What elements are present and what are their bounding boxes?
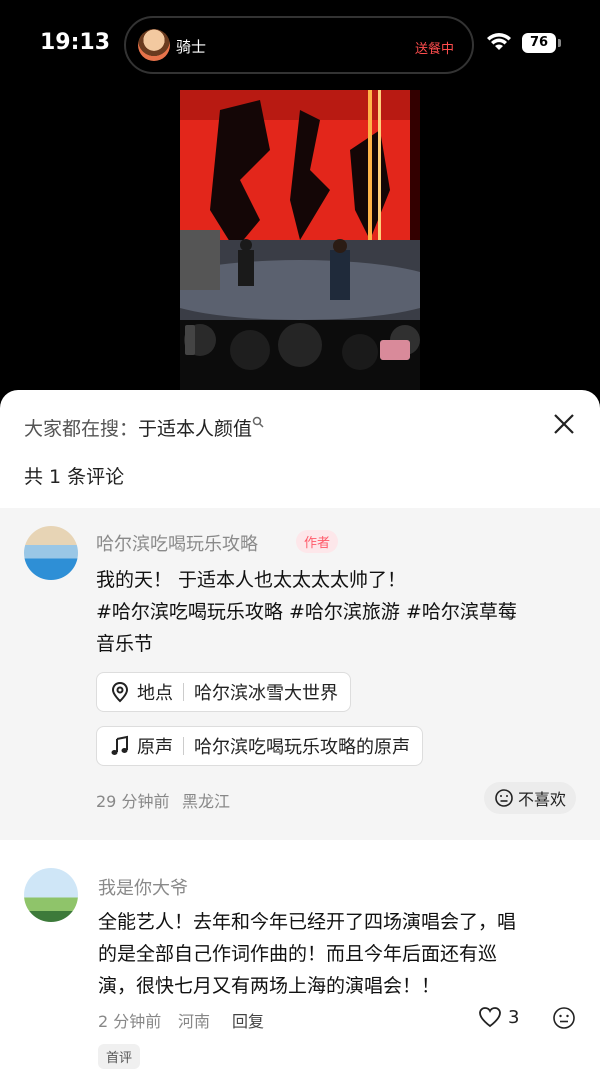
comment-text-line: 全能艺人！去年和今年已经开了四场演唱会了，唱 bbox=[98, 911, 517, 933]
dislike-label: 不喜欢 bbox=[517, 790, 566, 809]
sound-chip[interactable]: 原声 哈尔滨吃喝玩乐攻略的原声 bbox=[96, 726, 423, 766]
island-name: 骑士 bbox=[176, 38, 207, 56]
rider-avatar-icon bbox=[138, 29, 170, 61]
search-keyword[interactable]: 于适本人颜值 bbox=[138, 418, 252, 440]
island-status: 送餐中 bbox=[414, 42, 454, 57]
sound-label: 原声 bbox=[137, 737, 173, 758]
search-prefix: 大家都在搜： bbox=[24, 418, 139, 440]
like-button[interactable]: 3 bbox=[478, 1006, 519, 1028]
reply-button[interactable]: 回复 bbox=[232, 1008, 264, 1032]
avatar[interactable] bbox=[24, 868, 78, 922]
like-count: 3 bbox=[508, 1006, 520, 1028]
comment-item: 我是你大爷 全能艺人！去年和今年已经开了四场演唱会了，唱 的是全部自己作词作曲的… bbox=[0, 840, 600, 1087]
chip-divider bbox=[183, 683, 184, 701]
battery-level: 76 bbox=[522, 33, 556, 53]
comment-region: 黑龙江 bbox=[182, 792, 231, 811]
comment-text-line: 我的天！ 于适本人也太太太太帅了！ bbox=[96, 569, 407, 591]
first-comment-badge: 首评 bbox=[98, 1044, 141, 1069]
comment-time: 29 分钟前 bbox=[96, 792, 170, 811]
comment-text-line: 的是全部自己作词作曲的！而且今年后面还有巡 bbox=[98, 943, 498, 965]
comment-username[interactable]: 哈尔滨吃喝玩乐攻略 bbox=[96, 530, 258, 556]
video-player[interactable] bbox=[180, 90, 420, 400]
comment-count: 共 1 条评论 bbox=[24, 466, 125, 488]
neutral-face-icon bbox=[495, 789, 513, 807]
concert-stage-image bbox=[180, 90, 420, 400]
avatar[interactable] bbox=[24, 526, 78, 580]
close-icon[interactable] bbox=[552, 412, 576, 436]
location-pin-icon bbox=[111, 681, 129, 703]
comment-region: 河南 bbox=[178, 1012, 211, 1031]
comment-text-line: 演，很快七月又有两场上海的演唱会！！ bbox=[98, 975, 441, 997]
battery-tip-icon bbox=[558, 39, 561, 47]
location-chip[interactable]: 地点 哈尔滨冰雪大世界 bbox=[96, 672, 351, 712]
dynamic-island[interactable]: 骑士 送餐中 bbox=[124, 16, 474, 74]
status-bar: 19:13 骑士 送餐中 76 bbox=[0, 0, 600, 90]
comment-username[interactable]: 我是你大爷 bbox=[98, 874, 188, 900]
heart-icon bbox=[479, 1007, 501, 1028]
sound-value: 哈尔滨吃喝玩乐攻略的原声 bbox=[194, 737, 410, 758]
search-suggestion[interactable]: 大家都在搜：于适本人颜值 bbox=[24, 414, 264, 441]
status-time: 19:13 bbox=[40, 30, 111, 55]
comment-hashtags-continued[interactable]: 音乐节 bbox=[96, 628, 576, 660]
comment-time: 2 分钟前 bbox=[98, 1012, 162, 1031]
music-note-icon bbox=[111, 735, 128, 755]
location-value: 哈尔滨冰雪大世界 bbox=[194, 683, 338, 704]
comment-item: 哈尔滨吃喝玩乐攻略 作者 我的天！ 于适本人也太太太太帅了！ #哈尔滨吃喝玩乐攻… bbox=[0, 508, 600, 840]
wifi-icon bbox=[487, 33, 511, 50]
dislike-button[interactable]: 不喜欢 bbox=[483, 782, 576, 814]
chip-divider bbox=[183, 737, 184, 755]
search-icon bbox=[252, 416, 264, 428]
comment-hashtags[interactable]: #哈尔滨吃喝玩乐攻略 #哈尔滨旅游 #哈尔滨草莓 bbox=[96, 596, 576, 628]
neutral-face-icon[interactable] bbox=[552, 1006, 576, 1030]
location-label: 地点 bbox=[137, 683, 173, 704]
author-badge: 作者 bbox=[296, 530, 339, 553]
comments-sheet: 大家都在搜：于适本人颜值 共 1 条评论 哈尔滨吃喝玩乐攻略 作者 我的天！ 于… bbox=[0, 390, 600, 1087]
